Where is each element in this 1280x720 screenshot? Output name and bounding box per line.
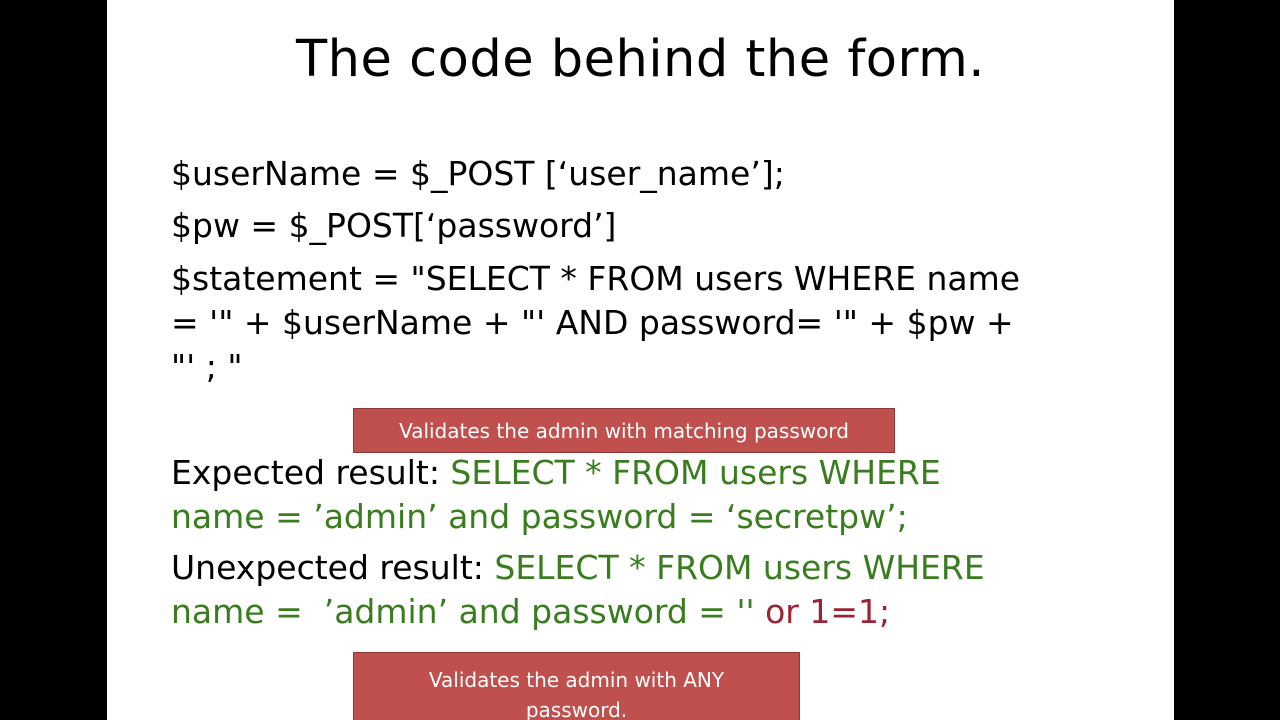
- unexpected-label: Unexpected result:: [171, 548, 495, 587]
- unexpected-sql-2: name = ’admin’ and password = '': [171, 592, 766, 631]
- unexpected-row-2: name = ’admin’ and password = '' or 1=1;: [171, 590, 1131, 634]
- expected-label: Expected result:: [171, 453, 451, 492]
- injection-payload: or 1=1;: [765, 592, 891, 631]
- callout-unexpected: Validates the admin with ANY password.: [353, 652, 800, 720]
- code-line-password: $pw = $_POST[‘password’]: [171, 206, 617, 245]
- callout-expected: Validates the admin with matching passwo…: [353, 408, 895, 453]
- statement-line-1: $statement = "SELECT * FROM users WHERE …: [171, 259, 1021, 298]
- statement-line-3: "' ; ": [171, 347, 243, 386]
- slide-title: The code behind the form.: [296, 30, 985, 89]
- unexpected-row-1: Unexpected result: SELECT * FROM users W…: [171, 546, 1131, 590]
- expected-row-1: Expected result: SELECT * FROM users WHE…: [171, 451, 1131, 495]
- slide: The code behind the form. $userName = $_…: [107, 0, 1174, 720]
- statement-line-2: = '" + $userName + "' AND password= '" +…: [171, 303, 1014, 342]
- expected-sql-2: name = ’admin’ and password = ‘secretpw’…: [171, 497, 908, 536]
- expected-result: Expected result: SELECT * FROM users WHE…: [171, 451, 1131, 539]
- expected-sql-1: SELECT * FROM users WHERE: [450, 453, 941, 492]
- unexpected-result: Unexpected result: SELECT * FROM users W…: [171, 546, 1131, 634]
- callout-unexpected-line-2: password.: [525, 698, 628, 720]
- code-statement: $statement = "SELECT * FROM users WHERE …: [171, 257, 1131, 389]
- code-line-username: $userName = $_POST [‘user_name’];: [171, 154, 785, 193]
- video-frame: The code behind the form. $userName = $_…: [0, 0, 1280, 720]
- unexpected-sql-1: SELECT * FROM users WHERE: [494, 548, 985, 587]
- callout-unexpected-line-1: Validates the admin with ANY: [428, 668, 725, 692]
